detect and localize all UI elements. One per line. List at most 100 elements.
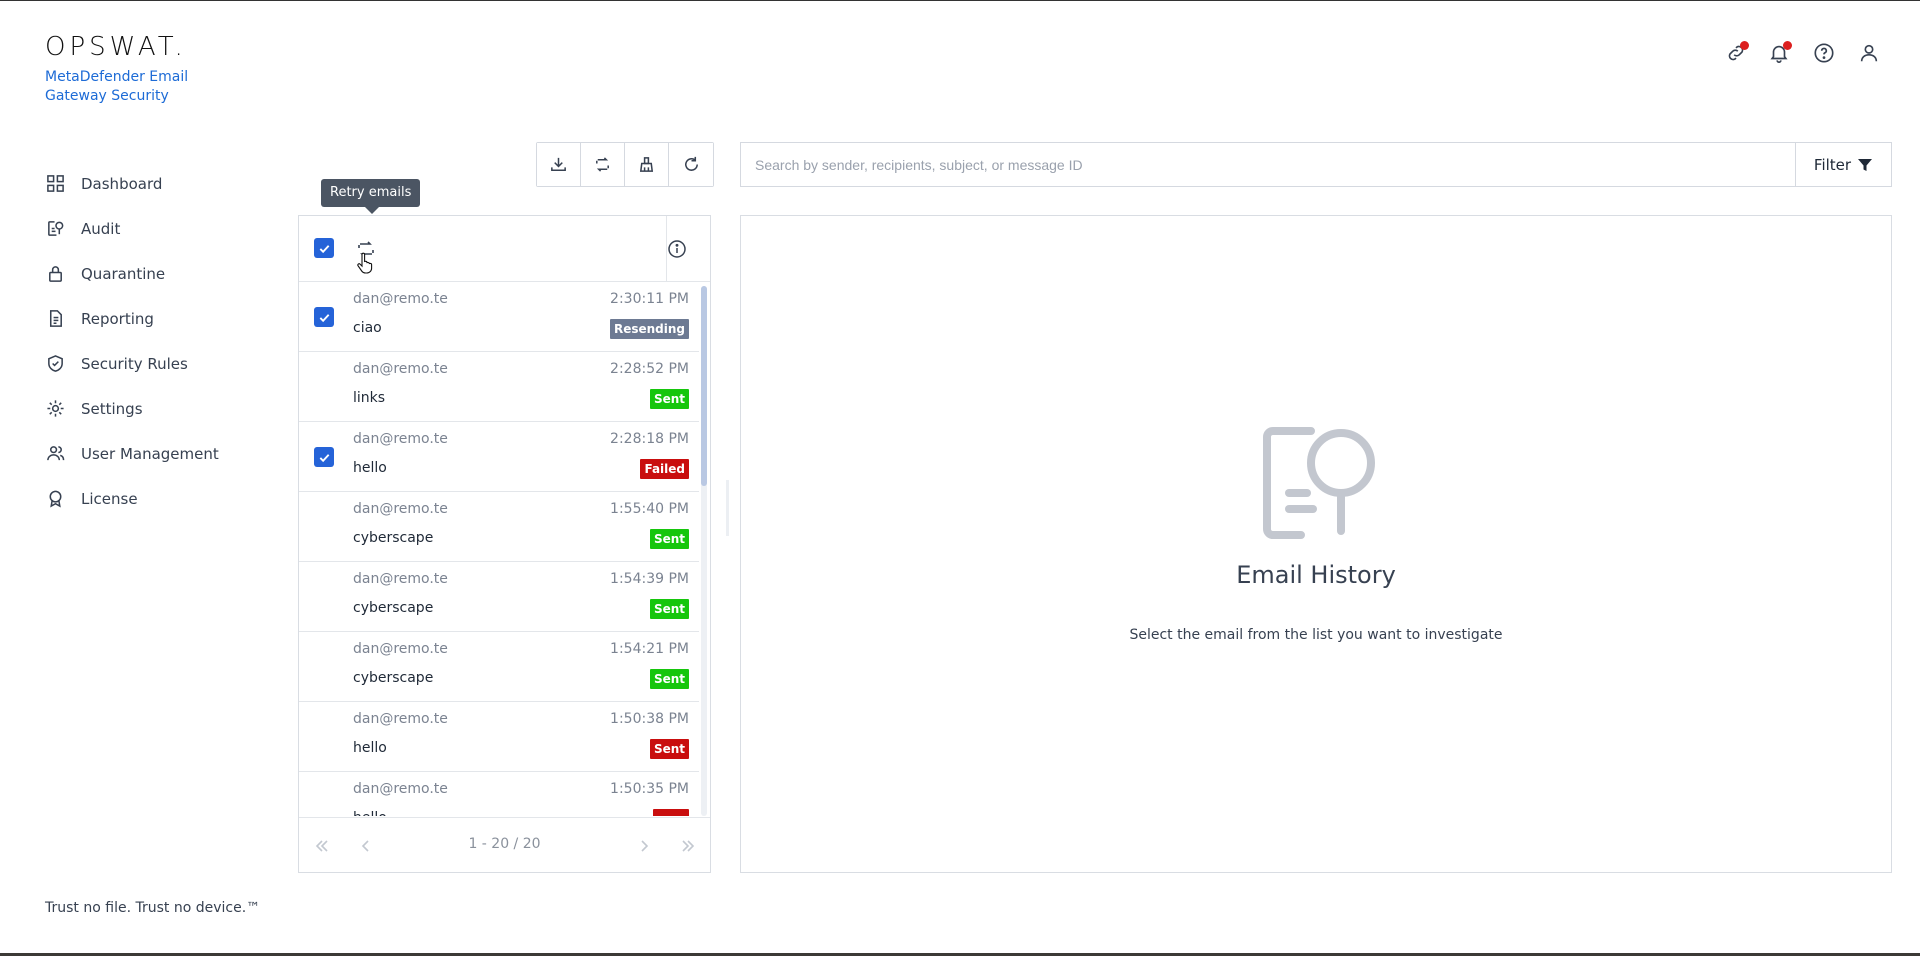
sidebar-item-audit[interactable]: Audit <box>45 206 219 251</box>
email-time: 1:55:40 PM <box>610 501 689 517</box>
email-list: dan@remo.te 2:30:11 PM ciao Resending da… <box>299 282 699 816</box>
status-badge: Sent <box>649 599 689 619</box>
search-input[interactable] <box>741 143 1795 186</box>
filter-button[interactable]: Filter <box>1795 143 1891 186</box>
email-subject: hello <box>353 740 387 756</box>
email-sender: dan@remo.te <box>353 571 448 587</box>
users-icon <box>45 444 65 464</box>
email-row[interactable]: dan@remo.te 2:28:52 PM links Sent <box>299 352 699 422</box>
gear-icon <box>45 399 65 419</box>
help-button[interactable] <box>1811 40 1837 66</box>
product-name: MetaDefender Email Gateway Security <box>45 69 189 104</box>
next-page-button[interactable] <box>634 836 654 856</box>
help-circle-icon <box>1814 43 1834 63</box>
email-subject: cyberscape <box>353 670 434 686</box>
sidebar-item-reporting[interactable]: Reporting <box>45 296 219 341</box>
email-toolbar <box>536 142 714 187</box>
user-icon <box>1860 44 1878 62</box>
hand-cursor-icon <box>357 252 373 274</box>
status-badge: Failed <box>640 459 689 479</box>
opswat-logo: OPSWAT. <box>45 32 187 62</box>
status-badge: Sent <box>649 669 689 689</box>
brand: OPSWAT. MetaDefender Email Gateway Secur… <box>45 32 205 106</box>
broom-icon <box>639 157 654 172</box>
user-profile-button[interactable] <box>1856 40 1882 66</box>
list-scrollbar[interactable] <box>701 286 707 816</box>
row-checkbox[interactable] <box>314 447 334 467</box>
sidebar-item-label: Quarantine <box>81 264 166 283</box>
email-time: 2:30:11 PM <box>610 291 689 307</box>
email-subject: hello <box>353 810 387 816</box>
sidebar-item-dashboard[interactable]: Dashboard <box>45 161 219 206</box>
email-sender: dan@remo.te <box>353 291 448 307</box>
sidebar-item-license[interactable]: License <box>45 476 219 521</box>
email-sender: dan@remo.te <box>353 711 448 727</box>
document-icon <box>45 309 65 329</box>
filter-label: Filter <box>1813 155 1852 174</box>
footer-tagline: Trust no file. Trust no device.™ <box>45 900 261 916</box>
email-row[interactable]: dan@remo.te 2:30:11 PM ciao Resending <box>299 282 699 352</box>
download-button[interactable] <box>537 143 581 186</box>
notifications-button[interactable] <box>1766 40 1792 66</box>
email-history-icon <box>1263 427 1375 539</box>
email-row[interactable]: dan@remo.te 1:54:39 PM cyberscape Sent <box>299 562 699 632</box>
sidebar-item-label: User Management <box>81 444 219 463</box>
refresh-icon <box>684 156 698 171</box>
check-icon <box>319 244 329 253</box>
info-icon[interactable] <box>667 239 687 259</box>
sidebar-item-quarantine[interactable]: Quarantine <box>45 251 219 296</box>
email-subject: ciao <box>353 320 382 336</box>
empty-state-subtitle: Select the email from the list you want … <box>1129 627 1503 643</box>
search-bar: Filter <box>740 142 1892 187</box>
check-icon <box>319 453 329 462</box>
last-page-button[interactable] <box>678 836 698 856</box>
status-badge: Sent <box>649 529 689 549</box>
status-badge: Resending <box>609 319 689 339</box>
dashboard-icon <box>45 174 65 194</box>
list-header <box>299 216 710 282</box>
email-subject: links <box>353 390 386 406</box>
panel-resize-handle[interactable] <box>726 480 729 536</box>
sidebar-nav: Dashboard Audit Quarantine Reporting Sec… <box>45 161 219 521</box>
status-badge: Sent <box>649 389 689 409</box>
email-time: 1:54:39 PM <box>610 571 689 587</box>
integration-link-button[interactable] <box>1723 40 1749 66</box>
clear-button[interactable] <box>625 143 669 186</box>
empty-state-title: Email History <box>1236 561 1396 589</box>
email-row[interactable]: dan@remo.te 1:50:35 PM hello <box>299 772 699 816</box>
shield-check-icon <box>45 354 65 374</box>
select-all-checkbox[interactable] <box>314 238 334 258</box>
sidebar-item-label: Reporting <box>81 309 154 328</box>
email-time: 2:28:18 PM <box>610 431 689 447</box>
row-checkbox[interactable] <box>314 307 334 327</box>
status-badge <box>653 809 689 816</box>
email-row[interactable]: dan@remo.te 1:54:21 PM cyberscape Sent <box>299 632 699 702</box>
email-list-panel: dan@remo.te 2:30:11 PM ciao Resending da… <box>298 215 711 873</box>
email-sender: dan@remo.te <box>353 501 448 517</box>
sidebar-item-settings[interactable]: Settings <box>45 386 219 431</box>
retry-tooltip: Retry emails <box>321 179 421 214</box>
filter-icon <box>1858 158 1873 171</box>
sidebar-item-user-management[interactable]: User Management <box>45 431 219 476</box>
email-row[interactable]: dan@remo.te 1:50:38 PM hello Sent <box>299 702 699 772</box>
window-top-border <box>0 0 1920 1</box>
email-row[interactable]: dan@remo.te 2:28:18 PM hello Failed <box>299 422 699 492</box>
sidebar-item-label: Audit <box>81 219 121 238</box>
scrollbar-thumb[interactable] <box>701 286 707 486</box>
email-sender: dan@remo.te <box>353 641 448 657</box>
email-sender: dan@remo.te <box>353 361 448 377</box>
retry-button[interactable] <box>581 143 625 186</box>
email-sender: dan@remo.te <box>353 781 448 797</box>
email-row[interactable]: dan@remo.te 1:55:40 PM cyberscape Sent <box>299 492 699 562</box>
email-subject: cyberscape <box>353 600 434 616</box>
email-time: 1:50:35 PM <box>610 781 689 797</box>
notification-dot <box>1783 41 1792 50</box>
award-icon <box>45 489 65 509</box>
email-time: 1:50:38 PM <box>610 711 689 727</box>
sidebar-item-security-rules[interactable]: Security Rules <box>45 341 219 386</box>
notification-dot <box>1740 41 1749 50</box>
sidebar-item-label: Settings <box>81 399 143 418</box>
refresh-button[interactable] <box>669 143 713 186</box>
email-subject: hello <box>353 460 387 476</box>
sidebar-item-label: License <box>81 489 138 508</box>
